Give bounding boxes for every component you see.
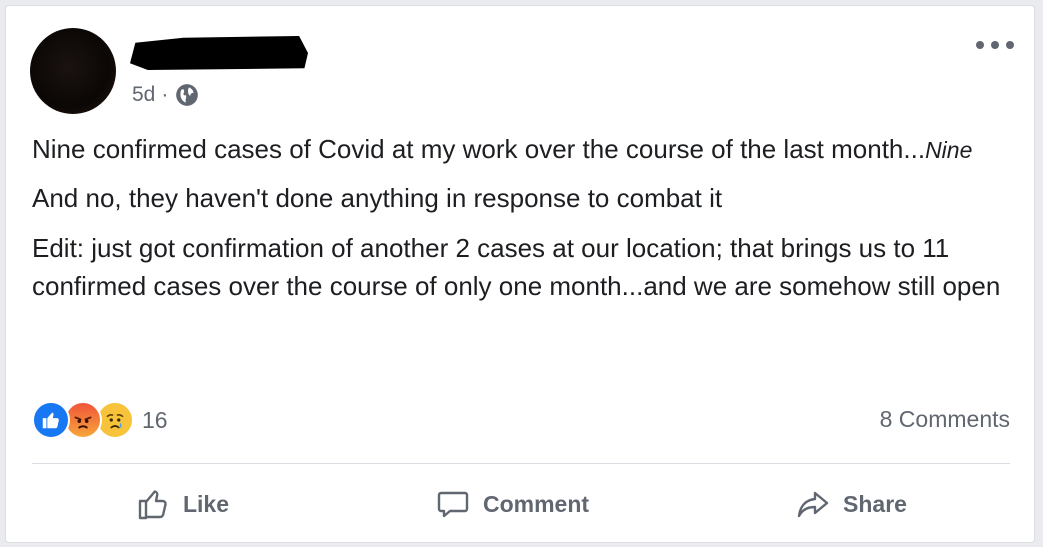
post-paragraph: Edit: just got confirmation of another 2… [32, 233, 1001, 301]
reactions-summary[interactable]: 16 [32, 401, 168, 439]
redacted-author-name [130, 36, 308, 70]
divider [32, 463, 1010, 464]
post-text-emphasis: Nine [925, 137, 973, 163]
share-button[interactable]: Share [795, 486, 907, 522]
like-label: Like [182, 490, 230, 517]
post-actions: Like Comment Share [32, 476, 1010, 532]
avatar[interactable] [30, 28, 116, 114]
globe-icon [174, 82, 200, 108]
more-dot-icon [991, 41, 999, 49]
share-arrow-icon [797, 491, 829, 518]
more-dot-icon [976, 41, 984, 49]
post-timestamp[interactable]: 5d [132, 83, 155, 107]
post-card: 5d · Nine confirmed cases of Covid at my… [5, 5, 1035, 543]
like-button[interactable]: Like [135, 486, 229, 522]
more-dot-icon [1006, 41, 1014, 49]
meta-separator: · [161, 83, 169, 106]
comment-bubble-icon [437, 491, 469, 518]
comments-count-link[interactable]: 8 Comments [880, 406, 1010, 433]
like-icon [32, 401, 70, 439]
reaction-count: 16 [142, 406, 168, 433]
comment-label: Comment [483, 490, 590, 517]
share-label: Share [843, 490, 907, 517]
more-options-button[interactable] [976, 34, 1014, 56]
post-paragraph: And no, they haven't done anything in re… [32, 183, 723, 213]
post-meta: 5d · [132, 82, 200, 108]
comment-button[interactable]: Comment [435, 486, 589, 522]
post-paragraph: Nine confirmed cases of Covid at my work… [32, 130, 1017, 169]
post-body: Nine confirmed cases of Covid at my work… [32, 130, 1017, 317]
thumbs-up-icon [138, 490, 167, 520]
post-text-segment: Nine confirmed cases of Covid at my work… [32, 134, 926, 164]
